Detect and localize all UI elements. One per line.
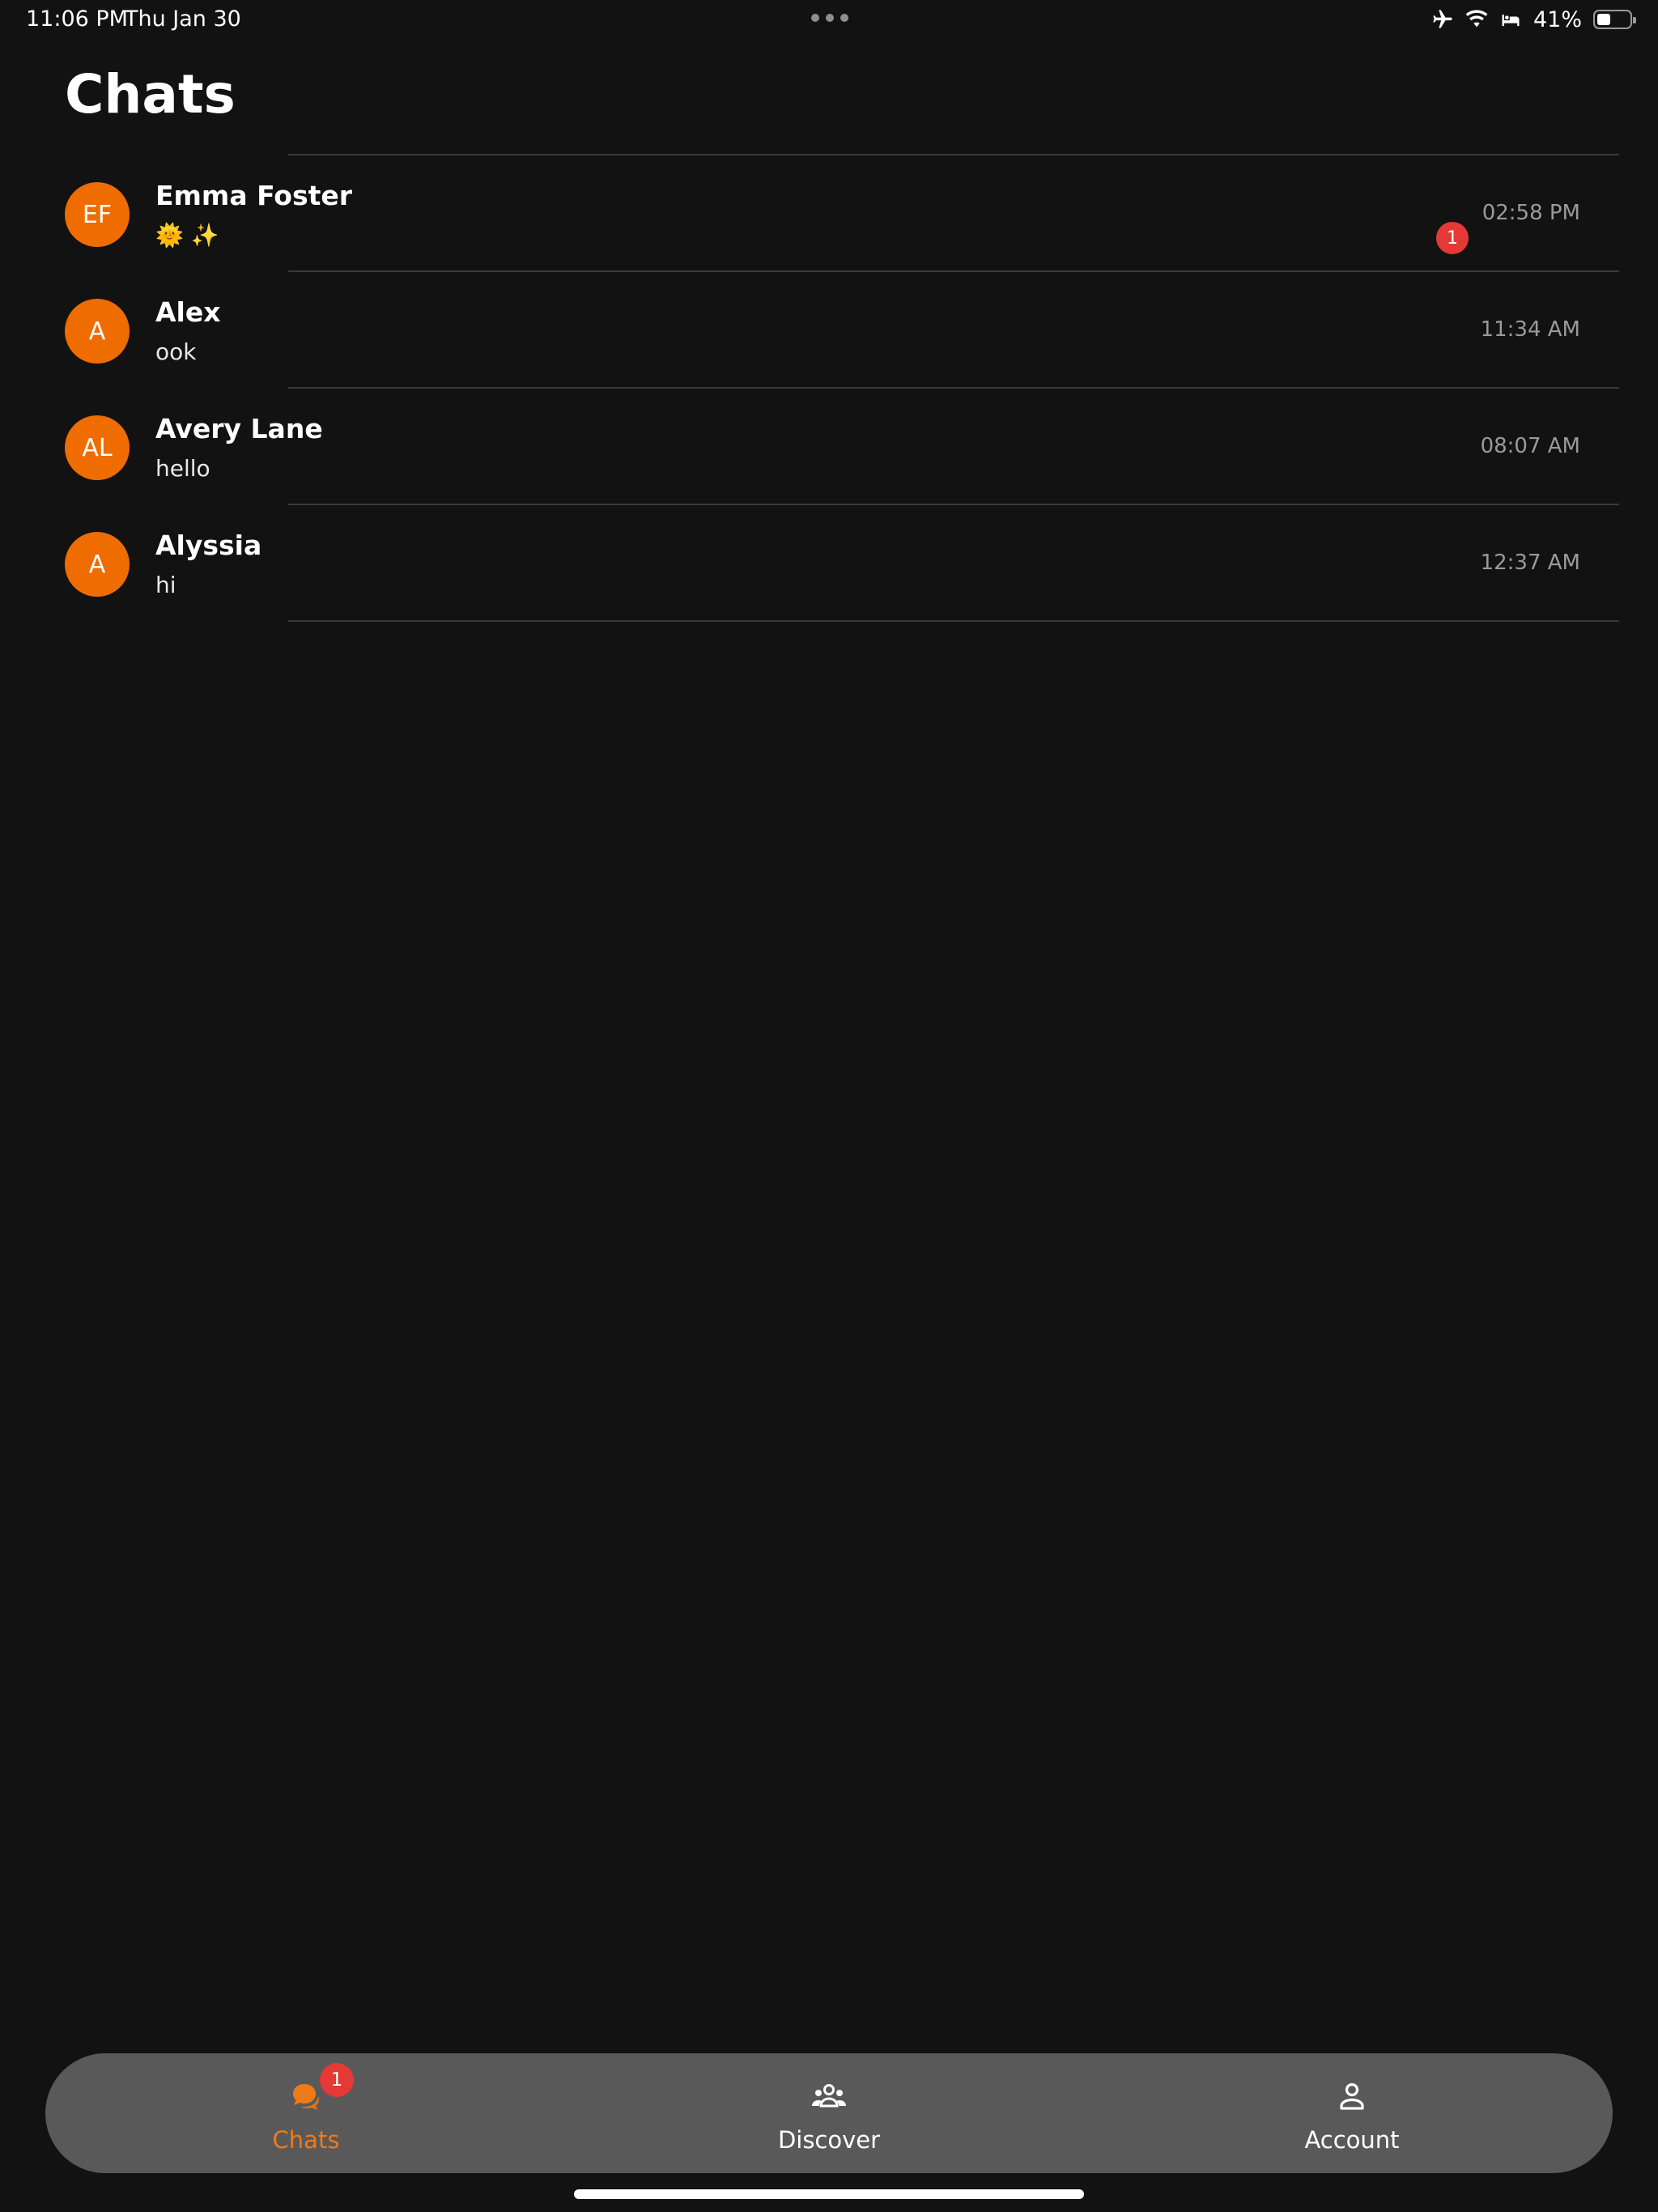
status-indicators: 41%: [1431, 5, 1636, 34]
chat-preview: hi: [155, 572, 176, 598]
status-date: Thu Jan 30: [125, 6, 241, 32]
home-indicator[interactable]: [574, 2189, 1084, 2199]
chat-name: Emma Foster: [155, 180, 353, 211]
tab-label: Chats: [272, 2126, 340, 2154]
chat-time: 02:58 PM: [1482, 201, 1580, 225]
status-bar: 11:06 PM Thu Jan 30 41%: [0, 0, 1658, 39]
battery-icon: [1593, 10, 1636, 29]
tab-label: Discover: [777, 2126, 881, 2154]
chat-preview: 🌞 ✨: [155, 222, 219, 249]
avatar: A: [65, 299, 130, 364]
chat-row-alyssia[interactable]: A Alyssia hi 12:37 AM: [0, 505, 1658, 622]
multitasking-dots-icon[interactable]: [811, 14, 848, 22]
battery-percent: 41%: [1533, 6, 1582, 32]
page-title: Chats: [65, 63, 236, 125]
chat-name: Alex: [155, 296, 221, 328]
chat-name: Avery Lane: [155, 413, 323, 445]
wifi-icon: [1465, 8, 1488, 31]
chat-time: 11:34 AM: [1480, 317, 1580, 342]
list-divider: [288, 620, 1619, 622]
group-icon: [810, 2078, 848, 2116]
tab-bar: 1 Chats Discover Account: [45, 2053, 1613, 2173]
chat-preview: ook: [155, 338, 197, 365]
chat-preview: hello: [155, 455, 210, 482]
tab-discover[interactable]: Discover: [667, 2053, 991, 2173]
avatar: EF: [65, 182, 130, 247]
avatar: AL: [65, 415, 130, 480]
airplane-mode-icon: [1431, 8, 1454, 31]
battery-level-fill: [1597, 14, 1610, 25]
sleep-focus-bed-icon: [1499, 8, 1522, 31]
chat-time: 08:07 AM: [1480, 434, 1580, 458]
status-time: 11:06 PM: [26, 6, 128, 32]
chat-time: 12:37 AM: [1480, 551, 1580, 575]
chat-name: Alyssia: [155, 530, 262, 561]
tab-account[interactable]: Account: [1190, 2053, 1514, 2173]
unread-badge: 1: [1436, 222, 1469, 254]
chat-row-avery-lane[interactable]: AL Avery Lane hello 08:07 AM: [0, 389, 1658, 505]
avatar: A: [65, 532, 130, 597]
tab-label: Account: [1304, 2126, 1400, 2154]
tab-unread-badge: 1: [320, 2063, 354, 2097]
chat-row-alex[interactable]: A Alex ook 11:34 AM: [0, 272, 1658, 389]
person-icon: [1333, 2078, 1371, 2116]
chat-row-emma-foster[interactable]: EF Emma Foster 🌞 ✨ 1 02:58 PM: [0, 155, 1658, 272]
tab-chats[interactable]: 1 Chats: [144, 2053, 468, 2173]
